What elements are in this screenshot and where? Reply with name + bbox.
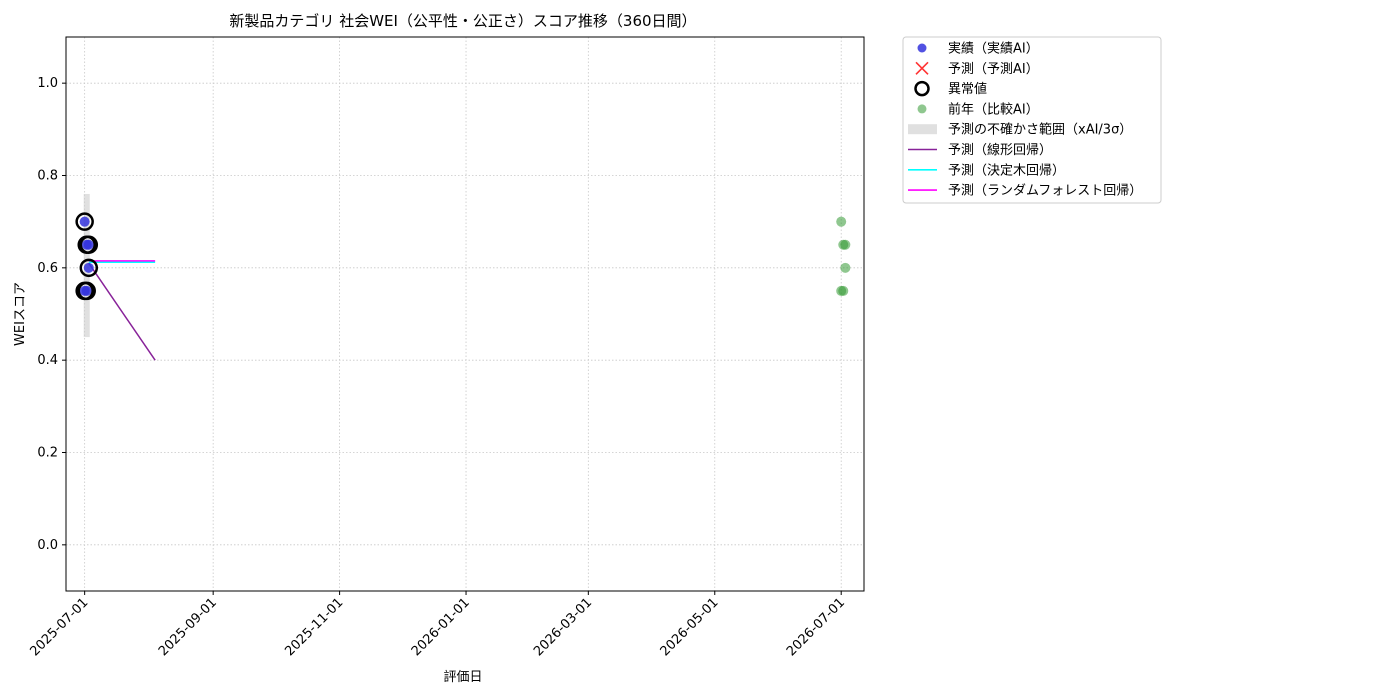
legend-label: 予測（予測AI）	[948, 62, 1039, 77]
legend: 実績（実績AI） 予測（予測AI） 異常値前年（比較AI） 予測の不確かさ範囲（xAI…	[902, 36, 1162, 204]
data-point	[79, 216, 90, 227]
points-layer	[75, 212, 851, 301]
data-point	[840, 262, 851, 273]
x-tick-label: 2026-03-01	[531, 595, 595, 659]
prediction-lines-layer	[88, 260, 156, 361]
x-tick-label: 2025-09-01	[156, 595, 220, 659]
x-tick-label: 2026-05-01	[658, 595, 722, 659]
data-point	[83, 239, 94, 250]
plot-frame	[65, 36, 865, 592]
legend-label: 実績（実績AI）	[948, 41, 1039, 57]
data-point	[83, 262, 94, 273]
data-point	[836, 216, 847, 227]
prediction-line	[88, 262, 156, 361]
y-tick-label: 0.8	[37, 169, 58, 184]
legend-label: 予測（決定木回帰）	[948, 162, 1065, 178]
legend-marker	[908, 124, 937, 135]
x-tick-label: 2025-11-01	[282, 595, 346, 659]
x-tick-label: 2026-01-01	[409, 595, 473, 659]
y-tick-label: 1.0	[37, 76, 58, 91]
grid	[66, 37, 864, 591]
legend-marker	[917, 43, 927, 53]
y-tick-label: 0.0	[37, 538, 58, 553]
x-tick-label: 2026-07-01	[784, 595, 848, 659]
x-axis-label: 評価日	[443, 670, 482, 685]
y-tick-label: 0.4	[37, 353, 58, 368]
legend-label: 異常値	[948, 81, 987, 97]
data-point	[81, 285, 92, 296]
x-axis-ticks: 2025-07-01 2025-09-01 2025-11-01 2026-01-01…	[27, 591, 848, 659]
legend-marker	[917, 104, 927, 114]
chart-title: 新製品カテゴリ 社会WEI（公平性・公正さ）スコア推移（360日間）	[229, 12, 696, 30]
legend-label: 予測の不確かさ範囲（xAI/3σ）	[948, 122, 1132, 138]
y-axis-ticks: 0.0 0.2 0.4 0.6 0.8 1.0	[37, 76, 66, 553]
chart: 新製品カテゴリ 社会WEI（公平性・公正さ）スコア推移（360日間） 2025-…	[13, 12, 1162, 685]
x-tick-label: 2025-07-01	[27, 595, 91, 659]
y-tick-label: 0.6	[37, 261, 58, 276]
legend-label: 前年（比較AI）	[948, 101, 1039, 117]
y-tick-label: 0.2	[37, 446, 58, 461]
legend-label: 予測（線形回帰）	[948, 142, 1052, 158]
data-point	[838, 285, 849, 296]
y-axis-label: WEIスコア	[13, 282, 28, 346]
legend-label: 予測（ランダムフォレスト回帰）	[948, 183, 1142, 199]
data-point	[840, 239, 851, 250]
